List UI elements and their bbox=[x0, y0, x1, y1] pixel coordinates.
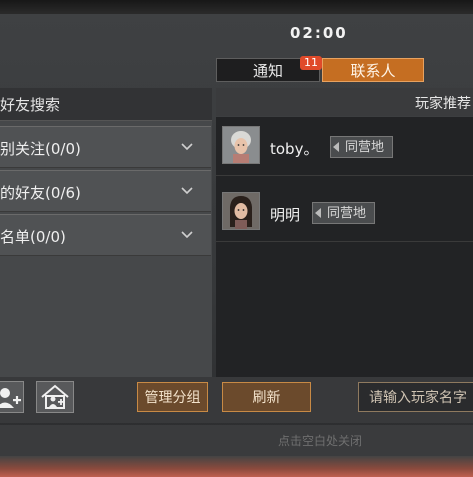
tab-contacts[interactable]: 联系人 bbox=[322, 58, 424, 82]
add-group-button[interactable] bbox=[36, 381, 74, 413]
friend-search-header[interactable]: 好友搜索 bbox=[0, 88, 212, 121]
avatar[interactable] bbox=[222, 126, 260, 164]
tag-arrow-icon bbox=[333, 142, 339, 152]
add-friend-button[interactable] bbox=[0, 381, 24, 413]
group-row-friends[interactable]: 的好友(0/6) bbox=[0, 170, 211, 212]
close-hint-text: 点击空白处关闭 bbox=[278, 434, 363, 448]
same-camp-tag: 同营地 bbox=[312, 202, 376, 224]
avatar[interactable] bbox=[222, 192, 260, 230]
tab-contacts-label: 联系人 bbox=[350, 62, 396, 80]
list-item[interactable]: 明明 同营地 bbox=[216, 184, 473, 242]
player-search-input[interactable]: 请输入玩家名字 bbox=[358, 382, 473, 412]
group-label: 的好友(0/6) bbox=[0, 184, 81, 202]
group-row-blacklist[interactable]: 名单(0/0) bbox=[0, 214, 211, 256]
group-row-special[interactable]: 别关注(0/0) bbox=[0, 126, 211, 168]
same-camp-tag: 同营地 bbox=[330, 136, 394, 158]
list-item[interactable]: toby。 同营地 bbox=[216, 118, 473, 176]
tag-label: 同营地 bbox=[327, 206, 367, 221]
device-top-bezel bbox=[0, 0, 473, 14]
player-recommend-header: 玩家推荐 bbox=[216, 88, 473, 116]
manage-groups-button[interactable]: 管理分组 bbox=[137, 382, 208, 412]
notify-badge: 11 bbox=[300, 56, 322, 70]
friend-search-label: 好友搜索 bbox=[0, 96, 61, 114]
device-bottom-bezel bbox=[0, 456, 473, 477]
player-recommend-title: 玩家推荐 bbox=[415, 96, 471, 112]
player-name: 明明 bbox=[270, 206, 301, 224]
group-label: 别关注(0/0) bbox=[0, 140, 81, 158]
add-friend-icon bbox=[0, 388, 21, 408]
clock: 02:00 bbox=[290, 24, 348, 42]
close-area[interactable]: 点击空白处关闭 bbox=[0, 425, 473, 457]
tag-arrow-icon bbox=[315, 208, 321, 218]
chevron-down-icon bbox=[181, 143, 193, 151]
player-name: toby。 bbox=[270, 140, 319, 158]
refresh-button[interactable]: 刷新 bbox=[222, 382, 311, 412]
chevron-down-icon bbox=[181, 231, 193, 239]
group-label: 名单(0/0) bbox=[0, 228, 66, 246]
add-group-icon bbox=[41, 384, 69, 409]
chevron-down-icon bbox=[181, 187, 193, 195]
tab-notify-label: 通知 bbox=[252, 62, 283, 80]
tag-label: 同营地 bbox=[345, 140, 385, 155]
